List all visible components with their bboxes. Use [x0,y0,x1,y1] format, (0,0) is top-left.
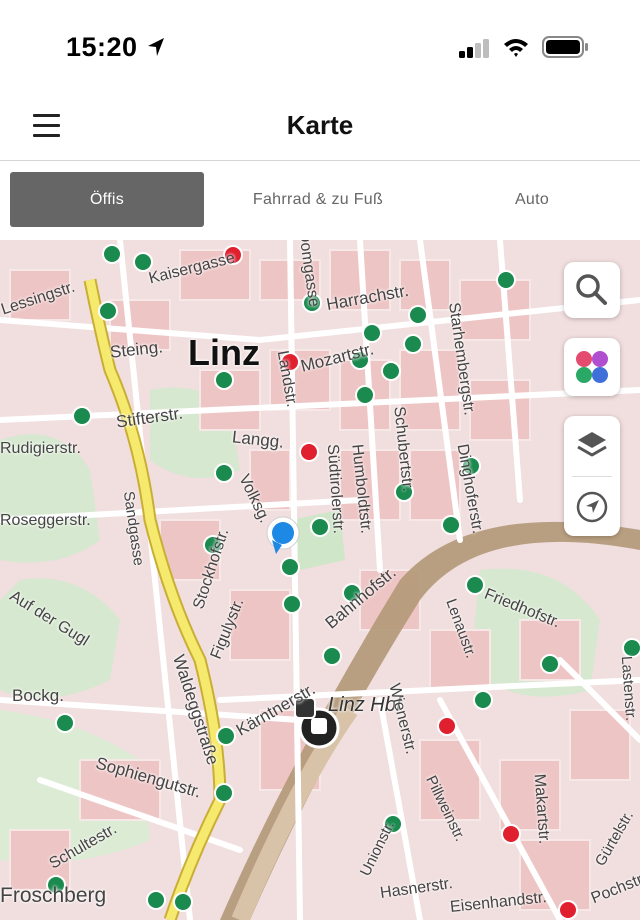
street-label: Froschberg [0,884,107,907]
search-button[interactable] [564,262,620,318]
colorful-dots-icon [576,351,608,383]
signal-icon [459,39,489,58]
location-arrow-icon [148,38,164,56]
map-view[interactable]: Linz Linz Hbf Steing. Stifterstr. Langg.… [0,240,640,920]
transport-mode-tabs: Öffis Fahrrad & zu Fuß Auto [0,161,640,240]
navigation-arrow-icon[interactable] [564,476,620,536]
map-tools-panel [564,416,620,536]
layers-icon[interactable] [564,416,620,476]
street-label: Roseggerstr. [0,512,91,529]
navigation-bar: Karte [0,90,640,161]
tab-car[interactable]: Auto [432,172,632,227]
status-time: 15:20 [66,32,138,62]
street-label: Bockg. [12,686,64,705]
status-bar: 15:20 [0,0,640,90]
apps-button[interactable] [564,338,620,396]
battery-icon [542,36,588,58]
wifi-icon [504,39,528,57]
city-label: Linz [188,332,260,373]
tab-bike-walk[interactable]: Fahrrad & zu Fuß [218,172,418,227]
tab-oeffis[interactable]: Öffis [10,172,204,227]
search-icon [576,274,607,305]
street-label: Rudigierstr. [0,440,81,457]
page-title: Karte [286,110,354,140]
